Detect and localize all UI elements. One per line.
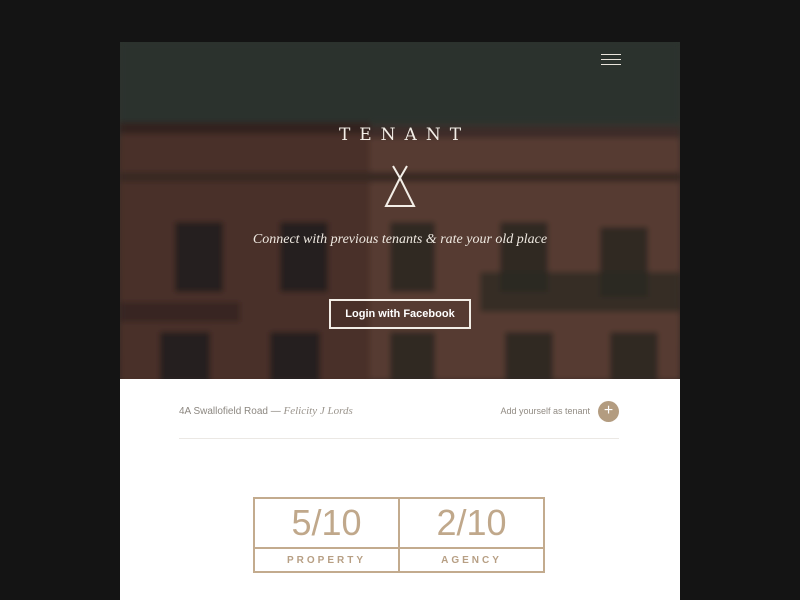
agency-score-value: 2/10 bbox=[436, 502, 507, 543]
login-with-facebook-button[interactable]: Login with Facebook bbox=[329, 299, 471, 329]
agency-score: 2/10 AGENCY bbox=[398, 499, 543, 571]
landlord-name[interactable]: Felicity J Lords bbox=[284, 405, 353, 417]
listing-address: 4A Swallofield Road — Felicity J Lords bbox=[179, 405, 353, 417]
hero-tagline: Connect with previous tenants & rate you… bbox=[252, 232, 548, 247]
property-score-value: 5/10 bbox=[291, 502, 362, 543]
agency-score-label: AGENCY bbox=[400, 547, 543, 571]
add-tenant-plus-icon[interactable]: + bbox=[598, 400, 619, 422]
teepee-icon bbox=[384, 165, 416, 207]
add-tenant-action[interactable]: Add yourself as tenant + bbox=[500, 400, 619, 422]
divider bbox=[179, 438, 619, 439]
property-score-label: PROPERTY bbox=[255, 547, 398, 571]
hero-section: TENANT Connect with previous tenants & r… bbox=[120, 42, 680, 379]
listing-info-row: 4A Swallofield Road — Felicity J Lords A… bbox=[179, 397, 619, 425]
address-text: 4A Swallofield Road — bbox=[179, 406, 281, 417]
add-tenant-label[interactable]: Add yourself as tenant bbox=[500, 406, 590, 416]
property-score: 5/10 PROPERTY bbox=[255, 499, 398, 571]
app-frame: TENANT Connect with previous tenants & r… bbox=[120, 42, 680, 600]
hamburger-menu-icon[interactable] bbox=[601, 50, 621, 66]
rating-scores: 5/10 PROPERTY 2/10 AGENCY bbox=[253, 497, 545, 573]
brand-title: TENANT bbox=[338, 125, 471, 145]
